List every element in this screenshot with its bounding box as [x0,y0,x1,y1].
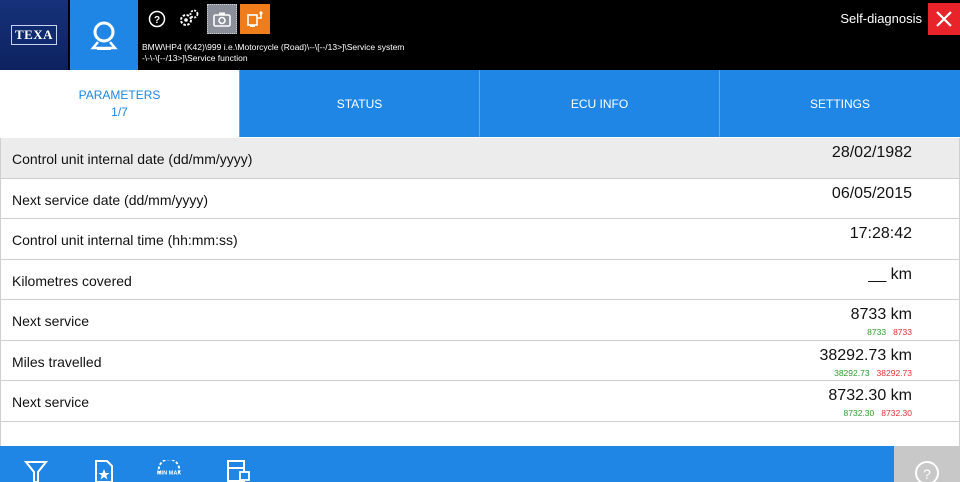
min-max-button[interactable]: MIN MAX [155,460,183,482]
parameter-label: Miles travelled [12,353,102,370]
parameter-label: Next service [12,313,90,329]
print-icon [227,460,250,482]
help-icon: ? [915,461,939,482]
screenshot-button[interactable] [207,4,237,34]
min-max-text: MIN MAX [157,471,182,477]
parameter-label: Next service [12,394,90,410]
table-row[interactable]: Next service 8733 km 8733 8733 [1,300,959,341]
tab-page-indicator: 1/7 [111,105,128,119]
tab-bar: PARAMETERS 1/7 STATUS ECU INFO SETTINGS [0,70,960,137]
parameter-value: 38292.73 km [819,346,912,364]
breadcrumb-line-2: -\-\-\[--/13>]\Service function [142,53,248,63]
parameter-value: 06/05/2015 [831,184,912,202]
bottom-toolbar: MIN MAX [0,446,960,482]
vehicle-icon [247,11,263,27]
max-value: 8732.30 [881,408,912,418]
parameter-value: 8733 km [850,306,912,323]
help-button-bottom[interactable]: ? [894,446,960,482]
parameter-label: Control unit internal time (hh:mm:ss) [12,232,238,248]
breadcrumb-line-1: BMW\HP4 (K42)\999 i.e.\Motorcycle (Road)… [142,42,405,52]
table-row[interactable]: Next service date (dd/mm/yyyy) 06/05/201… [1,179,959,219]
vehicle-button[interactable] [240,4,270,34]
min-max-values: 38292.73 38292.73 [834,368,912,378]
tab-status[interactable]: STATUS [240,70,480,137]
search-icon [90,21,118,50]
filter-button[interactable] [22,460,50,482]
print-button[interactable] [224,460,252,482]
max-value: 8733 [893,327,912,337]
svg-text:?: ? [923,466,931,482]
parameter-label: Control unit internal date (dd/mm/yyyy) [12,151,253,167]
parameter-label: Kilometres covered [12,272,132,289]
min-value: 8733 [867,327,887,337]
parameter-value: 8732.30 km [828,387,912,404]
tab-parameters[interactable]: PARAMETERS 1/7 [0,70,240,137]
logo-text: TEXA [10,25,58,45]
tab-label: ECU INFO [570,96,629,111]
tab-label: PARAMETERS [78,88,161,102]
help-icon: ? [148,10,166,28]
min-max-icon: MIN MAX [157,460,182,477]
close-button[interactable] [928,3,960,35]
texa-logo: TEXA [0,0,68,70]
min-max-values: 8733 8733 [867,327,912,337]
parameter-value: __ km [868,265,912,283]
help-button[interactable]: ? [142,4,172,34]
favorites-button[interactable] [90,460,118,482]
parameter-label: Next service date (dd/mm/yyyy) [12,191,209,208]
tab-label: STATUS [336,96,383,111]
close-icon [936,11,952,27]
table-row[interactable]: Kilometres covered __ km [1,260,959,300]
settings-button[interactable] [174,4,204,34]
parameter-value: 17:28:42 [849,225,912,242]
camera-icon [213,12,231,27]
search-button[interactable] [70,0,138,70]
tab-settings[interactable]: SETTINGS [720,70,960,137]
tab-label: SETTINGS [809,96,870,111]
tab-ecu-info[interactable]: ECU INFO [480,70,720,137]
min-value: 8732.30 [843,408,875,418]
favorites-icon [95,460,113,482]
svg-text:?: ? [154,15,160,26]
table-row[interactable]: Miles travelled 38292.73 km 38292.73 3829… [1,341,959,381]
mode-title: Self-diagnosis [840,11,922,26]
table-row[interactable]: Control unit internal time (hh:mm:ss) 17… [1,219,959,260]
min-value: 38292.73 [834,367,870,378]
breadcrumb: BMW\HP4 (K42)\999 i.e.\Motorcycle (Road)… [142,42,622,64]
table-row[interactable]: Control unit internal date (dd/mm/yyyy) … [1,138,959,179]
table-row[interactable]: Next service 8732.30 km 8732.30 8732.30 [1,381,959,422]
filter-icon [24,461,48,482]
parameters-table: Control unit internal date (dd/mm/yyyy) … [0,138,960,446]
settings-icon [180,9,199,26]
min-max-values: 8732.30 8732.30 [844,408,912,418]
parameter-value: 28/02/1982 [831,144,912,161]
max-value: 38292.73 [876,367,912,378]
top-bar: TEXA ? BMW\HP4 (K42)\999 i.e.\Motorcycle… [0,0,960,70]
